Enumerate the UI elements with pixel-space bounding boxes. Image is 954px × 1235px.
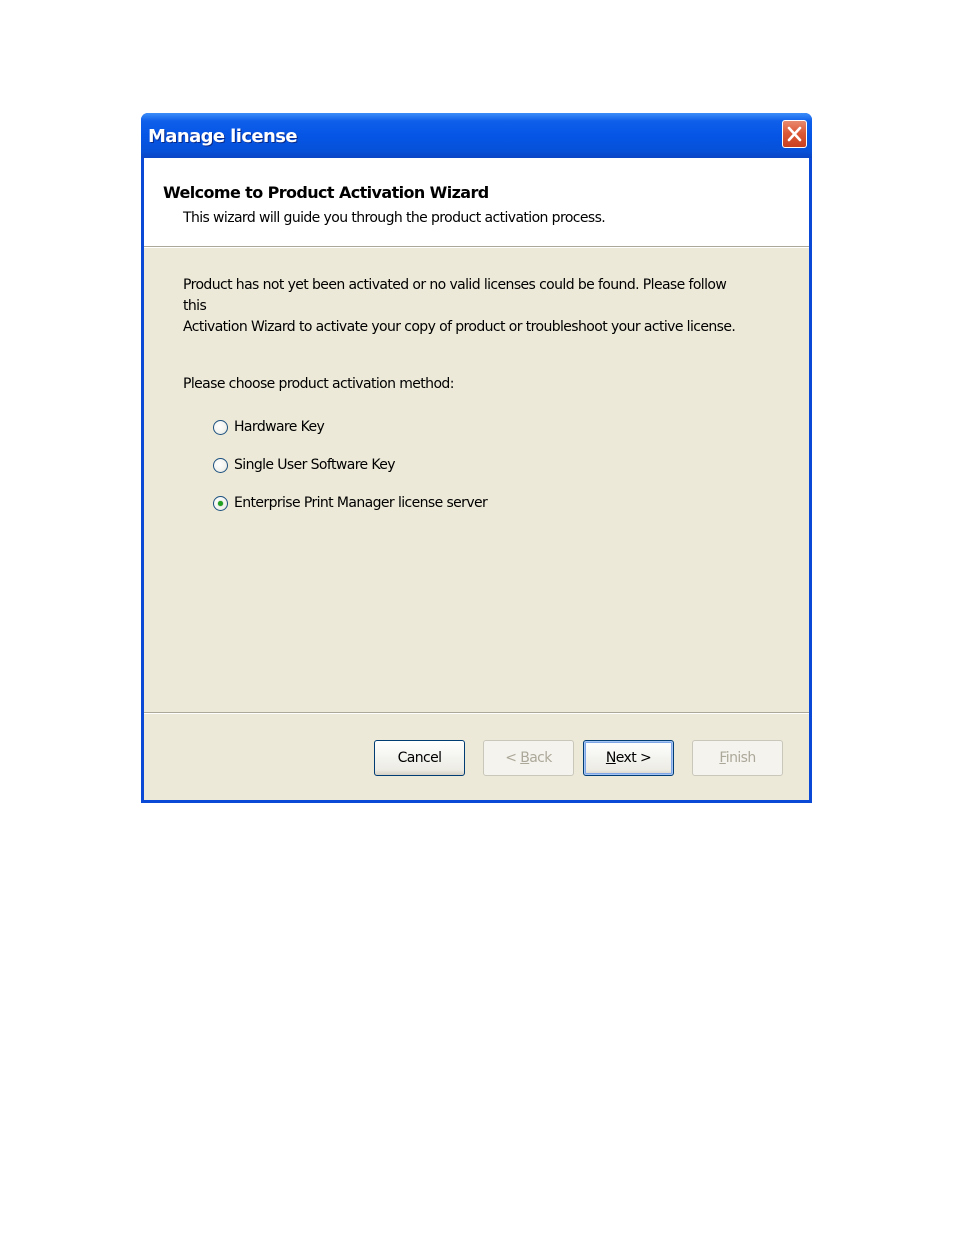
- manage-license-dialog: Manage license Welcome to Product Activa…: [141, 113, 812, 803]
- wizard-title: Welcome to Product Activation Wizard: [163, 183, 489, 202]
- next-button-label: Next >: [605, 750, 652, 766]
- radio-label[interactable]: Enterprise Print Manager license server: [234, 495, 488, 511]
- description-line-1: Product has not yet been activated or no…: [183, 277, 727, 314]
- close-icon: [787, 126, 802, 142]
- radio-button-icon[interactable]: [213, 457, 228, 473]
- finish-button-label: Finish: [719, 750, 756, 766]
- radio-button-icon[interactable]: [213, 419, 228, 435]
- window-title: Manage license: [148, 126, 298, 147]
- footer-separator: [144, 712, 809, 714]
- radio-hardware-key[interactable]: Hardware Key: [213, 416, 325, 438]
- radio-label[interactable]: Single User Software Key: [234, 457, 396, 473]
- back-button[interactable]: < Back: [483, 740, 574, 776]
- activation-description: Product has not yet been activated or no…: [183, 275, 743, 338]
- cancel-button[interactable]: Cancel: [374, 740, 465, 776]
- dialog-client-area: Welcome to Product Activation Wizard Thi…: [144, 158, 809, 800]
- radio-single-user-software-key[interactable]: Single User Software Key: [213, 454, 396, 476]
- wizard-header: Welcome to Product Activation Wizard Thi…: [144, 158, 809, 247]
- next-button[interactable]: Next >: [583, 740, 674, 776]
- title-bar[interactable]: Manage license: [141, 113, 812, 158]
- description-line-2: Activation Wizard to activate your copy …: [183, 319, 736, 335]
- radio-label[interactable]: Hardware Key: [234, 419, 325, 435]
- cancel-button-label: Cancel: [397, 750, 442, 766]
- finish-button[interactable]: Finish: [692, 740, 783, 776]
- back-button-label: < Back: [505, 750, 552, 766]
- close-button[interactable]: [782, 120, 807, 148]
- activation-method-prompt: Please choose product activation method:: [183, 376, 454, 392]
- wizard-subtitle: This wizard will guide you through the p…: [183, 210, 606, 226]
- radio-enterprise-license-server[interactable]: Enterprise Print Manager license server: [213, 492, 488, 514]
- radio-selected-dot: [218, 500, 223, 506]
- radio-button-selected-icon[interactable]: [213, 495, 228, 511]
